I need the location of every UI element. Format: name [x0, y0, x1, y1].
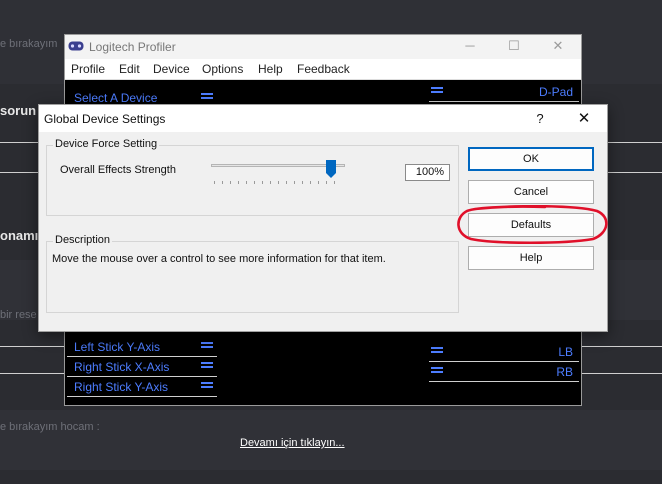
- effects-strength-label: Overall Effects Strength: [60, 164, 176, 176]
- slider-tick: [230, 181, 231, 184]
- description-legend: Description: [53, 234, 113, 246]
- list-item-label: LB: [558, 345, 573, 359]
- list-item-right-stick-x[interactable]: Right Stick X-Axis: [67, 358, 217, 377]
- list-item-label: RB: [556, 365, 573, 379]
- slider-tick: [238, 181, 239, 184]
- defaults-button[interactable]: Defaults: [468, 213, 594, 237]
- bg-snippet: e bırakayım: [0, 38, 58, 50]
- menu-profile[interactable]: Profile: [71, 62, 105, 76]
- slider-tick: [214, 181, 215, 184]
- list-item-lb[interactable]: LB: [429, 343, 579, 362]
- slider-tick: [294, 181, 295, 184]
- cancel-button[interactable]: Cancel: [468, 180, 594, 204]
- bg-snippet: e bırakayım hocam :: [0, 421, 100, 433]
- slider-tick: [286, 181, 287, 184]
- list-bars-icon: [201, 362, 213, 370]
- ok-button[interactable]: OK: [468, 147, 594, 171]
- close-icon[interactable]: ✕: [571, 109, 597, 129]
- slider-tick: [318, 181, 319, 184]
- help-icon[interactable]: ?: [529, 109, 551, 129]
- help-button[interactable]: Help: [468, 246, 594, 270]
- slider-tick: [246, 181, 247, 184]
- list-item-rb[interactable]: RB: [429, 363, 579, 382]
- bg-snippet: bir rese: [0, 309, 37, 321]
- menu-feedback[interactable]: Feedback: [297, 62, 350, 76]
- list-bars-icon: [431, 347, 443, 355]
- list-bars-icon: [201, 342, 213, 350]
- description-text: Move the mouse over a control to see mor…: [52, 253, 386, 265]
- effects-strength-value: 100%: [405, 164, 450, 181]
- list-item-label: Select A Device: [74, 91, 158, 105]
- effects-strength-slider-track[interactable]: [211, 164, 345, 167]
- dialog-title: Global Device Settings: [44, 112, 166, 126]
- dialog-titlebar: Global Device Settings ? ✕: [39, 105, 607, 132]
- slider-tick: [254, 181, 255, 184]
- list-item-label: Right Stick X-Axis: [74, 360, 170, 374]
- minimize-icon[interactable]: ─: [459, 37, 481, 55]
- device-force-legend: Device Force Setting: [53, 138, 160, 150]
- profiler-titlebar: Logitech Profiler ─ ☐ ✕: [65, 35, 581, 59]
- slider-tick: [270, 181, 271, 184]
- menu-edit[interactable]: Edit: [119, 62, 140, 76]
- close-icon[interactable]: ✕: [547, 37, 569, 55]
- list-bars-icon: [201, 93, 213, 101]
- slider-tick: [310, 181, 311, 184]
- bg-heading: sorun: [0, 103, 37, 118]
- maximize-icon[interactable]: ☐: [503, 37, 525, 55]
- list-item-left-stick-y[interactable]: Left Stick Y-Axis: [67, 338, 217, 357]
- list-item-label: Right Stick Y-Axis: [74, 380, 169, 394]
- slider-ticks: [214, 181, 335, 184]
- menu-device[interactable]: Device: [153, 62, 190, 76]
- description-group: Description: [46, 234, 459, 313]
- list-bars-icon: [431, 87, 443, 95]
- read-more-link[interactable]: Devamı için tıklayın...: [240, 437, 345, 449]
- profiler-menubar: Profile Edit Device Options Help Feedbac…: [65, 59, 581, 80]
- slider-thumb-icon[interactable]: [326, 160, 337, 179]
- list-item-dpad[interactable]: D-Pad: [429, 83, 579, 102]
- menu-options[interactable]: Options: [202, 62, 243, 76]
- slider-tick: [262, 181, 263, 184]
- profiler-title: Logitech Profiler: [89, 40, 176, 54]
- list-bars-icon: [431, 367, 443, 375]
- slider-tick: [278, 181, 279, 184]
- list-bars-icon: [201, 382, 213, 390]
- list-item-label: Left Stick Y-Axis: [74, 340, 161, 354]
- list-item-label: D-Pad: [538, 85, 573, 99]
- gamepad-icon: [68, 41, 84, 51]
- list-item-right-stick-y[interactable]: Right Stick Y-Axis: [67, 378, 217, 397]
- slider-tick: [334, 181, 335, 184]
- bg-heading: onamı: [0, 228, 39, 243]
- slider-tick: [326, 181, 327, 184]
- menu-help[interactable]: Help: [258, 62, 283, 76]
- slider-tick: [302, 181, 303, 184]
- slider-tick: [222, 181, 223, 184]
